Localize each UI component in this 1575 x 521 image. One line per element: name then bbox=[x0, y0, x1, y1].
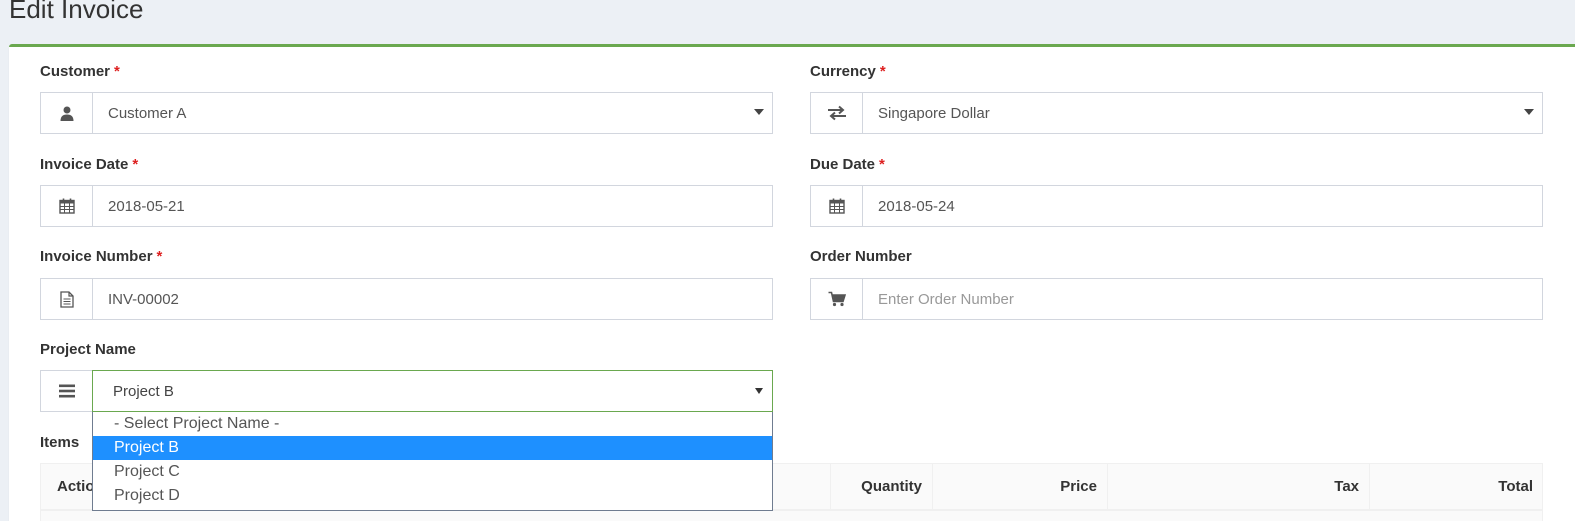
user-icon bbox=[40, 92, 92, 134]
invoice-number-label: Invoice Number * bbox=[40, 248, 162, 265]
due-date-field[interactable]: 2018-05-24 bbox=[810, 185, 1543, 227]
currency-value: Singapore Dollar bbox=[878, 104, 990, 122]
required-marker: * bbox=[132, 156, 139, 173]
required-marker: * bbox=[156, 248, 163, 265]
project-name-label-text: Project Name bbox=[40, 341, 136, 358]
currency-select-value[interactable]: Singapore Dollar bbox=[862, 92, 1543, 134]
currency-label: Currency * bbox=[810, 63, 886, 80]
order-number-label-text: Order Number bbox=[810, 248, 912, 265]
invoice-date-field[interactable]: 2018-05-21 bbox=[40, 185, 773, 227]
chevron-down-icon bbox=[754, 109, 764, 115]
project-name-select-value[interactable]: Project B bbox=[92, 370, 773, 412]
required-marker: * bbox=[879, 63, 886, 80]
customer-value: Customer A bbox=[108, 104, 187, 122]
chevron-down-icon bbox=[755, 388, 763, 394]
required-marker: * bbox=[879, 156, 885, 173]
currency-select[interactable]: Singapore Dollar bbox=[810, 92, 1543, 134]
customer-select[interactable]: Customer A bbox=[40, 92, 773, 134]
currency-label-text: Currency bbox=[810, 63, 876, 80]
due-date-value: 2018-05-24 bbox=[878, 197, 955, 215]
invoice-number-field[interactable]: INV-00002 bbox=[40, 278, 773, 320]
due-date-label-text: Due Date bbox=[810, 156, 876, 173]
customer-label: Customer * bbox=[40, 63, 120, 80]
project-name-dropdown[interactable]: - Select Project Name - Project B Projec… bbox=[92, 412, 773, 511]
invoice-number-input[interactable]: INV-00002 bbox=[92, 278, 773, 320]
chevron-down-icon bbox=[1524, 109, 1534, 115]
column-header-quantity: Quantity bbox=[830, 464, 932, 511]
order-number-field[interactable]: Enter Order Number bbox=[810, 278, 1543, 320]
column-header-tax: Tax bbox=[1107, 464, 1369, 511]
order-number-label: Order Number bbox=[810, 248, 912, 265]
required-marker: * bbox=[114, 63, 120, 80]
due-date-label: Due Date * bbox=[810, 156, 885, 173]
cart-icon bbox=[810, 278, 862, 320]
bars-icon bbox=[40, 370, 92, 412]
exchange-icon bbox=[810, 92, 862, 134]
calendar-icon bbox=[40, 185, 92, 227]
dropdown-option[interactable]: - Select Project Name - bbox=[93, 412, 772, 436]
column-header-total: Total bbox=[1369, 464, 1543, 511]
column-header-price: Price bbox=[932, 464, 1107, 511]
project-name-label: Project Name bbox=[40, 341, 136, 358]
dropdown-option[interactable]: Project D bbox=[93, 484, 772, 508]
page-title: Edit Invoice bbox=[9, 0, 144, 24]
items-label: Items bbox=[40, 434, 80, 451]
invoice-number-label-text: Invoice Number bbox=[40, 248, 153, 265]
dropdown-option[interactable]: Project C bbox=[93, 460, 772, 484]
document-icon bbox=[40, 278, 92, 320]
invoice-date-label: Invoice Date * bbox=[40, 156, 138, 173]
project-name-select[interactable]: Project B bbox=[40, 370, 773, 412]
invoice-number-value: INV-00002 bbox=[108, 290, 179, 308]
order-number-placeholder: Enter Order Number bbox=[878, 290, 1014, 308]
invoice-date-value: 2018-05-21 bbox=[108, 197, 185, 215]
due-date-input[interactable]: 2018-05-24 bbox=[862, 185, 1543, 227]
customer-label-text: Customer bbox=[40, 63, 111, 80]
invoice-date-label-text: Invoice Date bbox=[40, 156, 129, 173]
order-number-input[interactable]: Enter Order Number bbox=[862, 278, 1543, 320]
invoice-date-input[interactable]: 2018-05-21 bbox=[92, 185, 773, 227]
customer-select-value[interactable]: Customer A bbox=[92, 92, 773, 134]
project-name-value: Project B bbox=[113, 382, 174, 400]
calendar-icon bbox=[810, 185, 862, 227]
dropdown-option-selected[interactable]: Project B bbox=[93, 436, 772, 460]
